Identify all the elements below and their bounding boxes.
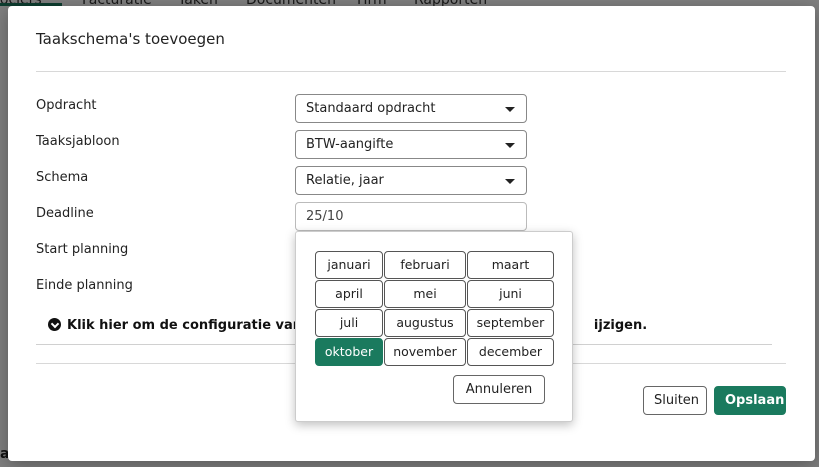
month-augustus[interactable]: augustus — [384, 309, 466, 337]
month-maart[interactable]: maart — [467, 251, 554, 279]
month-mei[interactable]: mei — [384, 280, 466, 308]
month-januari[interactable]: januari — [315, 251, 383, 279]
opdracht-value: Standaard opdracht — [306, 101, 436, 116]
schema-value: Relatie, jaar — [306, 173, 384, 188]
month-april[interactable]: april — [315, 280, 383, 308]
month-juli[interactable]: juli — [315, 309, 383, 337]
deadline-label: Deadline — [36, 206, 94, 221]
divider — [36, 71, 786, 72]
caret-down-icon — [505, 107, 515, 112]
month-picker: januari februari maart april mei juni ju… — [295, 231, 573, 422]
save-button[interactable]: Opslaan — [714, 386, 786, 415]
chevron-circle-down-icon — [48, 318, 61, 331]
taaksjabloon-select[interactable]: BTW-aangifte — [295, 130, 527, 159]
month-december[interactable]: december — [467, 338, 554, 366]
cancel-button[interactable]: Annuleren — [453, 375, 545, 404]
caret-down-icon — [505, 179, 515, 184]
start-planning-label: Start planning — [36, 242, 129, 257]
taaksjabloon-label: Taaksjabloon — [36, 134, 120, 149]
taaksjabloon-value: BTW-aangifte — [306, 137, 394, 152]
month-september[interactable]: september — [467, 309, 554, 337]
opdracht-select[interactable]: Standaard opdracht — [295, 94, 527, 123]
config-toggle-text-end: ijzigen. — [593, 318, 648, 333]
opdracht-label: Opdracht — [36, 98, 97, 113]
schema-label: Schema — [36, 170, 89, 185]
month-februari[interactable]: februari — [384, 251, 466, 279]
config-toggle-text-start: Klik hier om de configuratie van d — [67, 318, 316, 333]
month-juni[interactable]: juni — [467, 280, 554, 308]
modal-title: Taakschema's toevoegen — [36, 30, 225, 48]
einde-planning-label: Einde planning — [36, 278, 133, 293]
schema-select[interactable]: Relatie, jaar — [295, 166, 527, 195]
month-november[interactable]: november — [384, 338, 466, 366]
caret-down-icon — [505, 143, 515, 148]
month-oktober[interactable]: oktober — [315, 338, 383, 366]
close-button[interactable]: Sluiten — [643, 386, 707, 415]
deadline-input[interactable]: 25/10 — [295, 202, 527, 231]
